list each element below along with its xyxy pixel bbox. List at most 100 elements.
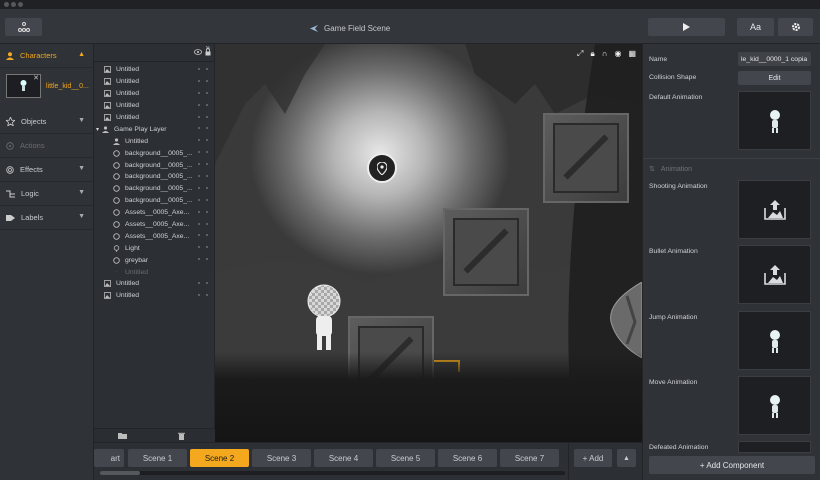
light-marker[interactable] (367, 153, 397, 183)
scene-canvas[interactable]: ⤢ 🔒︎ ∩ ◉ ▦ (215, 44, 642, 442)
visibility-toggle[interactable] (198, 79, 200, 82)
default-animation-slot[interactable] (738, 91, 811, 150)
lock-toggle[interactable] (206, 91, 208, 94)
layer-item[interactable]: Untitled (94, 112, 214, 124)
text-style-button[interactable]: Aa (737, 18, 774, 36)
visibility-toggle[interactable] (198, 127, 200, 130)
lock-toggle[interactable] (206, 210, 208, 213)
layer-item[interactable]: background__0005_... (94, 147, 214, 159)
scene-tab-2[interactable]: Scene 2 (190, 449, 249, 467)
lock-toggle[interactable] (206, 175, 208, 178)
fit-screen-icon[interactable]: ⤢ (577, 49, 583, 59)
visibility-toggle[interactable] (198, 91, 200, 94)
play-button[interactable] (648, 18, 725, 36)
hierarchy-button[interactable] (5, 18, 42, 36)
sidebar-item-actions[interactable]: Actions (0, 134, 93, 158)
lock-toggle[interactable] (206, 115, 208, 118)
scene-tab-5[interactable]: Scene 5 (376, 449, 435, 467)
visibility-toggle[interactable] (198, 246, 200, 249)
layer-group[interactable]: ▾ Game Play Layer (94, 123, 214, 135)
scrollbar-thumb[interactable] (100, 471, 140, 475)
scene-scrollbar[interactable] (100, 471, 565, 475)
edit-collision-button[interactable]: Edit (738, 71, 811, 85)
move-animation-slot[interactable] (738, 376, 811, 435)
layer-item[interactable]: Untitled (94, 135, 214, 147)
sidebar-item-labels[interactable]: Labels ▼ (0, 206, 93, 230)
scene-tab-3[interactable]: Scene 3 (252, 449, 311, 467)
scene-tab-7[interactable]: Scene 7 (500, 449, 559, 467)
layer-item[interactable]: background__0005_... (94, 195, 214, 207)
visibility-toggle[interactable] (198, 210, 200, 213)
visibility-toggle[interactable] (198, 151, 200, 154)
minimize-window-icon[interactable] (11, 2, 16, 7)
layer-item[interactable]: background__0005_... (94, 159, 214, 171)
sidebar-item-objects[interactable]: Objects ▼ (0, 110, 93, 134)
scene-tab-6[interactable]: Scene 6 (438, 449, 497, 467)
lock-toggle[interactable] (206, 222, 208, 225)
lock-toggle[interactable] (206, 258, 208, 261)
visibility-toggle[interactable] (198, 258, 200, 261)
visibility-toggle[interactable] (198, 198, 200, 201)
bullet-animation-slot[interactable] (738, 245, 811, 304)
layer-item[interactable]: Untitled (94, 76, 214, 88)
visibility-toggle[interactable] (198, 139, 200, 142)
eye-icon[interactable] (194, 49, 202, 55)
visibility-toggle[interactable] (198, 222, 200, 225)
visibility-toggle[interactable] (198, 68, 200, 70)
visibility-toggle[interactable] (198, 103, 200, 106)
visibility-toggle[interactable] (198, 163, 200, 166)
trash-icon[interactable] (178, 432, 185, 440)
scene-tab-1[interactable]: Scene 1 (128, 449, 187, 467)
lock-icon[interactable]: 🔒︎ (590, 49, 594, 59)
lock-toggle[interactable] (206, 246, 208, 249)
lock-toggle[interactable] (206, 139, 208, 142)
lock-toggle[interactable] (206, 68, 208, 70)
lock-icon[interactable] (205, 48, 211, 56)
character-card[interactable]: ✕ little_kid__0... (6, 74, 89, 98)
settings-button[interactable] (778, 18, 813, 36)
defeated-animation-slot[interactable] (738, 441, 811, 453)
collapse-scenes-button[interactable]: ▲ (617, 449, 636, 467)
add-scene-button[interactable]: + Add (574, 449, 612, 467)
sidebar-item-logic[interactable]: Logic ▼ (0, 182, 93, 206)
crate-object[interactable] (543, 113, 629, 203)
lock-toggle[interactable] (206, 163, 208, 166)
layer-item[interactable]: background__0005_... (94, 183, 214, 195)
visibility-toggle[interactable] (198, 186, 200, 189)
name-field[interactable]: le_kid__0000_1 copia (738, 52, 811, 66)
chevron-down-icon[interactable]: ▾ (96, 126, 99, 133)
layer-item[interactable]: Untitled (94, 278, 214, 290)
layer-item[interactable]: · Untitled (94, 266, 214, 278)
close-icon[interactable]: ✕ (33, 74, 39, 82)
lock-toggle[interactable] (206, 293, 208, 296)
close-window-icon[interactable] (4, 2, 9, 7)
layer-item[interactable]: Assets__0005_Axe... (94, 230, 214, 242)
scene-tab-partial[interactable]: art (94, 449, 124, 467)
visibility-toggle[interactable] (198, 282, 200, 285)
layer-item[interactable]: Untitled (94, 100, 214, 112)
lock-toggle[interactable] (206, 186, 208, 189)
layer-item[interactable]: Untitled (94, 88, 214, 100)
character-sprite[interactable] (303, 284, 345, 352)
visibility-toggle[interactable] (198, 293, 200, 296)
add-component-button[interactable]: + Add Component (649, 456, 815, 474)
sidebar-item-effects[interactable]: Effects ▼ (0, 158, 93, 182)
folder-icon[interactable] (118, 432, 127, 439)
axe-object[interactable] (607, 282, 642, 358)
layer-item[interactable]: Light (94, 242, 214, 254)
magnet-icon[interactable]: ∩ (602, 49, 608, 59)
jump-animation-slot[interactable] (738, 311, 811, 370)
lock-toggle[interactable] (206, 151, 208, 154)
layer-item[interactable]: Untitled (94, 64, 214, 76)
visibility-toggle[interactable] (198, 175, 200, 178)
layer-item[interactable]: background__0005_... (94, 171, 214, 183)
lock-toggle[interactable] (206, 234, 208, 237)
lock-toggle[interactable] (206, 282, 208, 285)
visibility-toggle[interactable] (198, 234, 200, 237)
lock-toggle[interactable] (206, 79, 208, 82)
shooting-animation-slot[interactable] (738, 180, 811, 239)
layer-item[interactable]: Assets__0005_Axe... (94, 219, 214, 231)
layer-item[interactable]: greybar (94, 254, 214, 266)
sidebar-item-characters[interactable]: Characters ▲ (0, 44, 93, 68)
visibility-toggle[interactable] (198, 115, 200, 118)
